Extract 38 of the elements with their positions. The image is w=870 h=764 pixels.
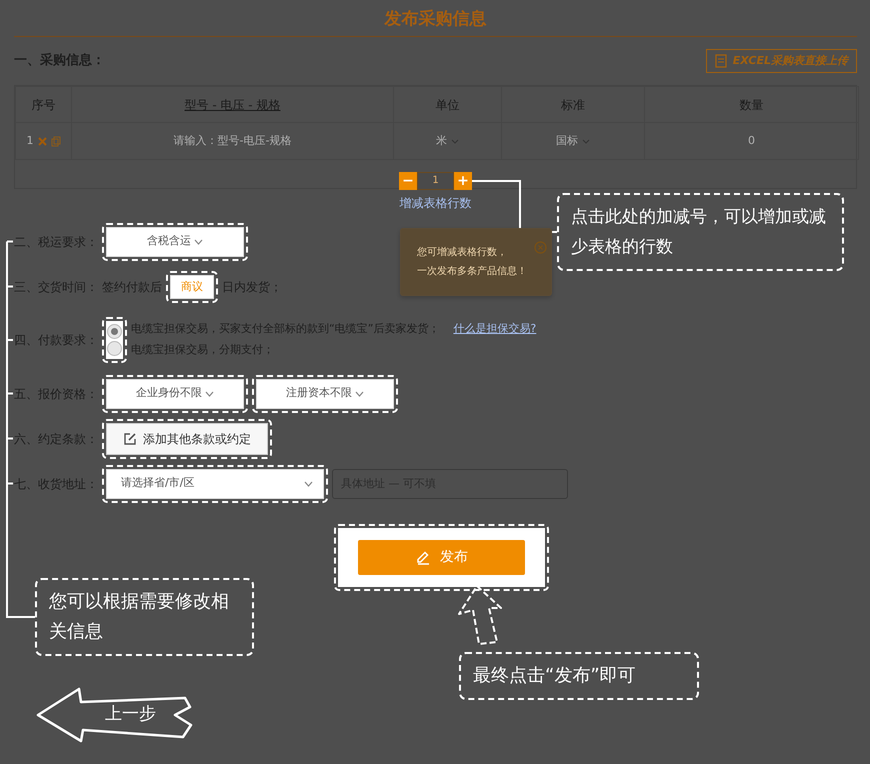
hint-text: 您可增减表格行数， <box>417 246 508 260</box>
page-title: 发布采购信息 <box>14 0 857 37</box>
callout-text: 最终点击“发布”即可 <box>459 652 699 700</box>
help-link[interactable]: 什么是担保交易? <box>453 321 536 338</box>
select-field[interactable]: 请选择省/市/区 <box>106 468 324 498</box>
select-field[interactable]: 含税含运 <box>106 226 244 256</box>
publish-button[interactable]: 发布 <box>358 540 525 575</box>
row-count-field[interactable]: 1 <box>417 172 454 190</box>
select-field[interactable]: 注册资本不限 <box>256 378 394 408</box>
table-cell[interactable]: 0 <box>748 134 755 147</box>
chevron-down-icon <box>205 390 214 396</box>
chevron-down-icon <box>451 138 459 144</box>
callout-text: 点击此处的加减号，可以增加或减少表格的行数 <box>557 193 844 271</box>
delete-icon[interactable] <box>38 136 46 146</box>
table-cell-placeholder[interactable]: 请输入：型号-电压-规格 <box>174 134 292 147</box>
add-terms-button[interactable]: 添加其他条款或约定 <box>106 422 268 454</box>
table-select[interactable]: 国标 <box>556 132 590 150</box>
select-field[interactable]: 企业身份不限 <box>106 378 244 408</box>
back-button[interactable]: 上一步 <box>35 685 193 745</box>
copy-icon[interactable] <box>50 136 60 146</box>
document-icon <box>714 54 727 68</box>
close-icon[interactable] <box>534 241 547 254</box>
plus-button[interactable]: + <box>454 172 472 190</box>
chevron-down-icon <box>582 138 590 144</box>
radio-button[interactable] <box>107 341 122 356</box>
chevron-down-icon <box>194 238 203 244</box>
edit-icon <box>123 432 137 446</box>
table-select[interactable]: 米 <box>436 132 459 150</box>
input-field[interactable]: 商议 <box>170 274 214 298</box>
chevron-down-icon <box>304 480 313 486</box>
row-count-link[interactable]: 增减表格行数 <box>400 194 472 213</box>
minus-button[interactable]: − <box>399 172 417 190</box>
radio-button[interactable] <box>107 324 122 339</box>
callout-text: 您可以根据需要修改相关信息 <box>35 578 254 656</box>
chevron-down-icon <box>355 390 364 396</box>
pencil-icon <box>415 550 430 565</box>
hint-text: 一次发布多条产品信息！ <box>417 264 527 279</box>
row-number: 1 <box>26 132 34 149</box>
